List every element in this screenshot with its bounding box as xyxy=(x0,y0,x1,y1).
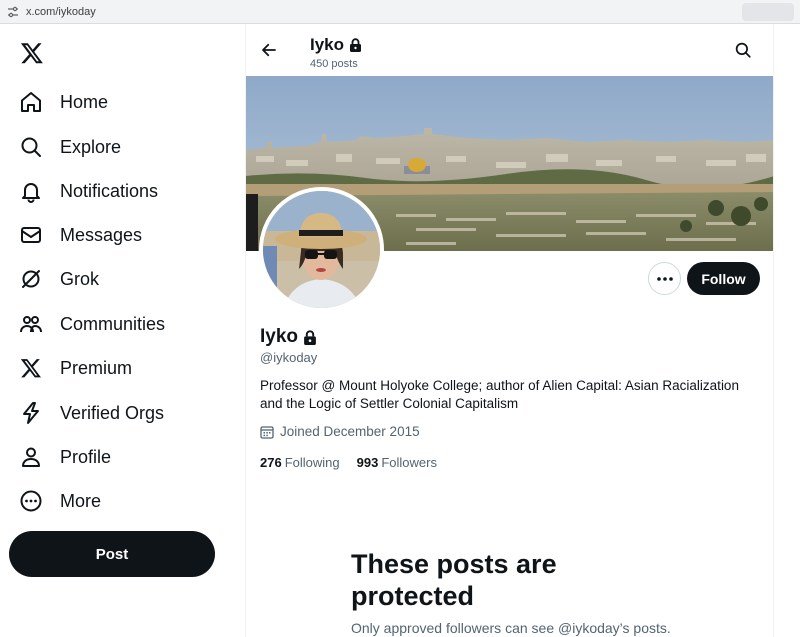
lightning-icon xyxy=(18,400,44,426)
sidebar-item-label: Premium xyxy=(60,357,133,378)
following-link[interactable]: 276 Following xyxy=(260,455,340,470)
sidebar-item-label: Profile xyxy=(60,446,112,467)
url-text[interactable]: x.com/iykoday xyxy=(26,6,96,18)
profile-header-bar: Iyko 450 posts xyxy=(246,24,773,76)
calendar-icon xyxy=(260,425,274,439)
profile-display-name: Iyko xyxy=(260,326,317,348)
sidebar-item-label: More xyxy=(60,490,102,511)
sidebar-item-label: Communities xyxy=(60,313,166,334)
sidebar-item-grok[interactable]: Grok xyxy=(18,264,99,294)
sidebar-item-label: Grok xyxy=(60,268,100,289)
followers-count: 993 xyxy=(356,455,379,470)
sidebar-item-profile[interactable]: Profile xyxy=(18,442,111,472)
sidebar-item-label: Messages xyxy=(60,224,143,245)
more-dots-icon xyxy=(656,276,673,281)
sidebar-item-label: Home xyxy=(60,91,109,112)
post-button[interactable]: Post xyxy=(9,531,215,577)
sidebar-item-label: Explore xyxy=(60,136,122,157)
communities-icon xyxy=(18,311,44,337)
profile-column: Iyko 450 posts Follow Iyko @iykoday Prof… xyxy=(245,24,774,637)
followers-link[interactable]: 993 Followers xyxy=(357,455,437,470)
bell-icon xyxy=(18,178,44,204)
following-label: Following xyxy=(284,455,340,470)
following-count: 276 xyxy=(260,455,282,470)
joined-date-text: Joined December 2015 xyxy=(280,424,420,439)
lock-icon xyxy=(349,38,362,52)
sidebar-nav: Home Explore Notifications Messages Grok… xyxy=(0,24,245,637)
post-count: 450 posts xyxy=(310,58,358,70)
header-name: Iyko xyxy=(310,35,362,55)
search-icon[interactable] xyxy=(734,41,754,61)
sidebar-item-premium[interactable]: Premium xyxy=(18,353,132,383)
x-logo-icon[interactable] xyxy=(20,41,44,65)
profile-handle: @iykoday xyxy=(260,350,318,365)
sidebar-item-label: Verified Orgs xyxy=(60,402,165,423)
profile-name-text: Iyko xyxy=(260,326,299,347)
sidebar-item-home[interactable]: Home xyxy=(18,87,108,117)
follow-button[interactable]: Follow xyxy=(687,262,760,295)
protected-posts-subtitle: Only approved followers can see @iykoday… xyxy=(351,620,671,636)
home-icon xyxy=(18,89,44,115)
header-name-text: Iyko xyxy=(310,35,345,54)
sidebar-item-label: Notifications xyxy=(60,180,159,201)
search-icon xyxy=(18,134,44,160)
lock-icon xyxy=(303,329,317,345)
more-options-button[interactable] xyxy=(648,262,681,295)
follow-stats: 276 Following 993 Followers xyxy=(260,455,454,470)
sidebar-item-verified-orgs[interactable]: Verified Orgs xyxy=(18,398,164,428)
x-logo-icon xyxy=(18,355,44,381)
profile-avatar[interactable] xyxy=(259,187,384,312)
sidebar-item-messages[interactable]: Messages xyxy=(18,220,142,250)
person-icon xyxy=(18,444,44,470)
more-circle-icon xyxy=(18,488,44,514)
site-settings-icon[interactable] xyxy=(6,5,20,19)
sidebar-item-more[interactable]: More xyxy=(18,486,101,516)
sidebar-item-communities[interactable]: Communities xyxy=(18,309,165,339)
profile-bio: Professor @ Mount Holyoke College; autho… xyxy=(260,378,739,411)
back-arrow-icon[interactable] xyxy=(258,39,280,61)
followers-label: Followers xyxy=(381,455,437,470)
envelope-icon xyxy=(18,222,44,248)
joined-date: Joined December 2015 xyxy=(260,424,420,439)
protected-posts-title: These posts are protected xyxy=(351,549,557,611)
grok-icon xyxy=(18,266,44,292)
sidebar-item-notifications[interactable]: Notifications xyxy=(18,176,158,206)
browser-extensions-area xyxy=(742,3,794,21)
browser-address-bar[interactable]: x.com/iykoday xyxy=(0,0,800,24)
sidebar-item-explore[interactable]: Explore xyxy=(18,132,121,162)
